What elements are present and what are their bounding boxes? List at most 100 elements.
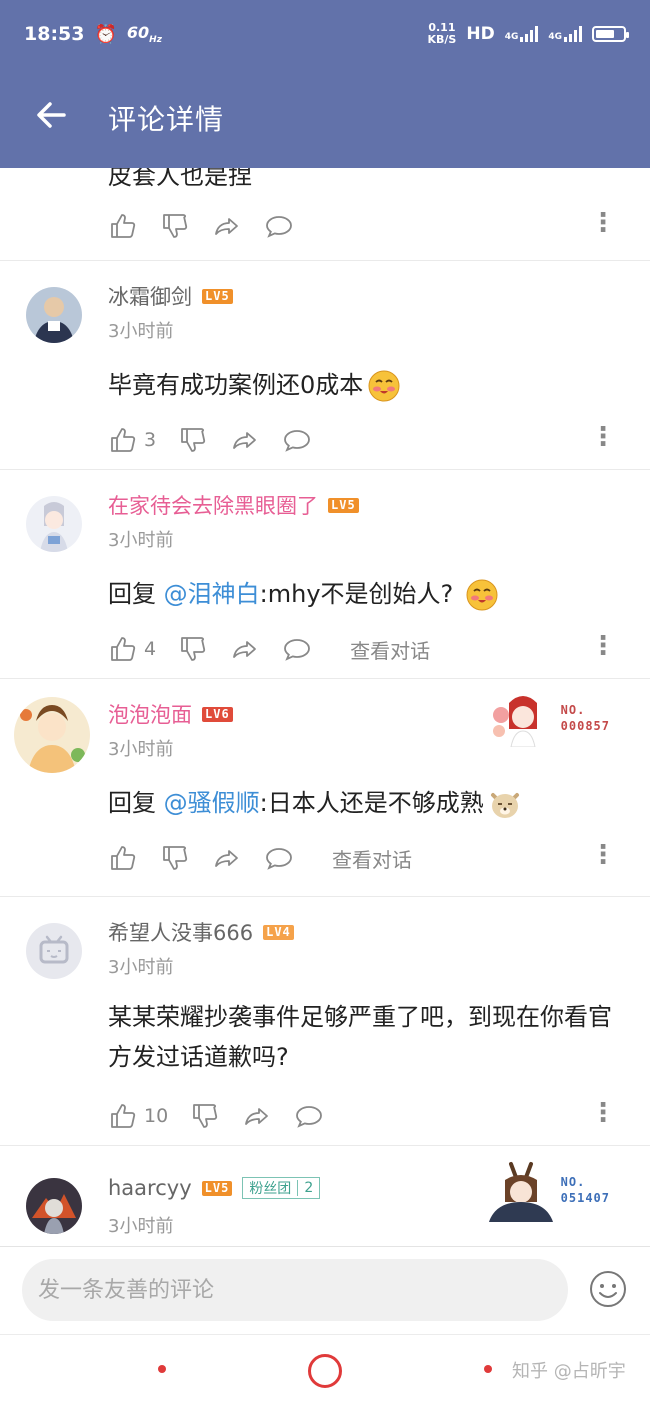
fan-number-badge: NO. 000857 — [491, 689, 610, 747]
like-button[interactable]: 10 — [108, 1101, 168, 1131]
share-button[interactable] — [212, 843, 242, 873]
signal-icon-2: 4G — [548, 26, 582, 42]
avatar[interactable] — [26, 496, 82, 552]
username[interactable]: 在家待会去除黑眼圈了 — [108, 490, 318, 520]
recent-apps-button[interactable] — [158, 1365, 166, 1373]
share-button[interactable] — [230, 425, 260, 455]
signal-icon: 4G — [505, 26, 539, 42]
username[interactable]: haarcyy — [108, 1176, 192, 1200]
character-badge-icon — [492, 696, 537, 747]
dog-emoji-icon — [488, 787, 522, 821]
timestamp: 3小时前 — [108, 739, 174, 760]
back-arrow-icon[interactable] — [34, 98, 68, 138]
like-button[interactable]: 4 — [108, 634, 156, 664]
comment-item: 泡泡泡面 LV6 NO. 000857 3小时前 回复 @骚假顺:日本人还是不够成… — [0, 679, 650, 897]
more-options-icon[interactable]: ⋮ — [590, 842, 616, 868]
reply-button[interactable] — [294, 1101, 324, 1131]
comment-item: 冰霜御剑 LV5 3小时前 毕竟有成功案例还0成本 3 ⋮ — [0, 261, 650, 470]
app-header: 18:53 ⏰ 60Hz 0.11 KB/S HD 4G 4G 评论详情 — [0, 0, 650, 168]
level-badge: LV5 — [202, 288, 233, 304]
dislike-button[interactable] — [178, 425, 208, 455]
level-badge: LV5 — [201, 1180, 233, 1196]
fan-club-badge[interactable]: 粉丝团 2 — [242, 1177, 321, 1199]
emoji-picker-icon[interactable] — [588, 1269, 628, 1309]
avatar[interactable] — [26, 1178, 82, 1234]
mention-link[interactable]: @骚假顺 — [164, 789, 260, 817]
character-badge-icon — [488, 1162, 553, 1222]
comment-text: 某某荣耀抄袭事件足够严重了吧，到现在你看官方发过话道歉吗? — [108, 1003, 612, 1071]
avatar[interactable] — [14, 697, 90, 773]
blush-emoji-icon — [367, 369, 401, 403]
clock-time: 18:53 — [24, 23, 85, 45]
thumbs-up-icon — [111, 637, 136, 661]
comment-input-bar — [0, 1246, 650, 1334]
thumbs-down-icon — [193, 1104, 218, 1128]
like-count: 3 — [144, 429, 157, 451]
level-badge: LV5 — [328, 497, 359, 513]
view-conversation-link[interactable]: 查看对话 — [332, 844, 412, 873]
back-button[interactable] — [484, 1365, 492, 1373]
dislike-button[interactable] — [160, 843, 190, 873]
reply-button[interactable] — [264, 843, 294, 873]
comment-text: 回复 @骚假顺:日本人还是不够成熟 — [108, 783, 626, 823]
more-options-icon[interactable]: ⋮ — [590, 210, 616, 236]
share-arrow-icon — [215, 850, 238, 867]
more-options-icon[interactable]: ⋮ — [590, 424, 616, 450]
share-arrow-icon — [245, 1108, 269, 1125]
thumbs-down-icon — [181, 637, 206, 661]
avatar[interactable] — [26, 923, 82, 979]
alarm-icon: ⏰ — [94, 23, 117, 45]
dislike-button[interactable] — [178, 634, 208, 664]
like-button[interactable]: 3 — [108, 425, 156, 455]
speech-bubble-icon — [284, 430, 310, 452]
comment-item: haarcyy LV5 粉丝团 2 NO. 051407 3小时前 — [0, 1146, 650, 1246]
timestamp: 3小时前 — [108, 1216, 174, 1237]
thumbs-up-icon — [111, 428, 136, 452]
status-bar: 18:53 ⏰ 60Hz 0.11 KB/S HD 4G 4G — [0, 0, 650, 68]
avatar[interactable] — [26, 287, 82, 343]
more-options-icon[interactable]: ⋮ — [590, 633, 616, 659]
speech-bubble-icon — [266, 848, 292, 870]
dislike-button[interactable] — [190, 1101, 220, 1131]
timestamp: 3小时前 — [108, 957, 174, 978]
more-options-icon[interactable]: ⋮ — [590, 1100, 616, 1126]
reply-button[interactable] — [282, 634, 312, 664]
like-button[interactable] — [108, 843, 138, 873]
like-count: 4 — [144, 638, 157, 660]
share-button[interactable] — [230, 634, 260, 664]
comment-text: 毕竟有成功案例还0成本 — [108, 365, 626, 405]
view-conversation-link[interactable]: 查看对话 — [350, 635, 430, 664]
thumbs-down-icon — [163, 214, 188, 238]
username[interactable]: 希望人没事666 — [108, 917, 253, 947]
share-arrow-icon — [215, 218, 238, 235]
like-count: 10 — [144, 1105, 169, 1127]
comment-input[interactable] — [22, 1259, 568, 1321]
speech-bubble-icon — [284, 639, 310, 661]
watermark: 知乎 @占昕宇 — [512, 1361, 626, 1382]
refresh-rate: 60Hz — [126, 22, 162, 46]
page-title: 评论详情 — [108, 103, 225, 136]
comment-item: 在家待会去除黑眼圈了 LV5 3小时前 回复 @泪神白:mhy不是创始人? 4 … — [0, 470, 650, 679]
system-navigation-bar: 知乎 @占昕宇 — [0, 1334, 650, 1407]
reply-button[interactable] — [282, 425, 312, 455]
mention-link[interactable]: @泪神白 — [164, 580, 260, 608]
thumbs-down-icon — [163, 846, 188, 870]
network-speed: 0.11 KB/S — [427, 21, 457, 46]
thumbs-up-icon — [111, 214, 136, 238]
home-button[interactable] — [308, 1354, 342, 1388]
timestamp: 3小时前 — [108, 530, 174, 551]
fan-number-badge: NO. 051407 — [481, 1158, 610, 1222]
share-arrow-icon — [233, 432, 256, 449]
thumbs-up-icon — [111, 1104, 136, 1128]
comment-partial: 皮套人也是捏 ⋮ — [0, 168, 650, 261]
comment-text: 回复 @泪神白:mhy不是创始人? — [108, 574, 626, 614]
reply-button[interactable] — [264, 211, 294, 241]
comment-list[interactable]: 皮套人也是捏 ⋮ 冰霜御剑 LV5 3小时前 毕竟有成功案例还0成本 3 ⋮ 在… — [0, 168, 650, 1246]
share-button[interactable] — [212, 211, 242, 241]
username[interactable]: 泡泡泡面 — [108, 699, 192, 729]
like-button[interactable] — [108, 211, 138, 241]
username[interactable]: 冰霜御剑 — [108, 281, 192, 311]
dislike-button[interactable] — [160, 211, 190, 241]
share-button[interactable] — [242, 1101, 272, 1131]
battery-icon — [592, 26, 629, 42]
